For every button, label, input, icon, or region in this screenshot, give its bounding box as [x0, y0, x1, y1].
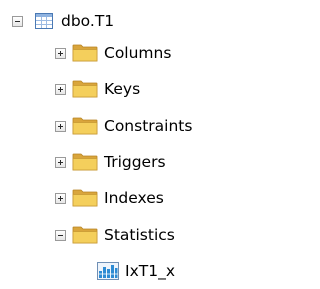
tree-node-constraints-label: Constraints [104, 117, 193, 135]
folder-icon [72, 189, 98, 207]
tree-node-constraints[interactable]: Constraints [55, 111, 192, 141]
folder-icon [72, 153, 98, 171]
collapse-toggle-icon[interactable] [55, 229, 66, 241]
tree-node-statistic-item[interactable]: IxT1_x [97, 256, 175, 286]
tree-node-triggers[interactable]: Triggers [55, 147, 166, 177]
folder-icon [72, 44, 98, 62]
tree-node-indexes-label: Indexes [104, 189, 164, 207]
tree-node-statistics[interactable]: Statistics [55, 220, 175, 250]
tree-node-table[interactable]: dbo.T1 [12, 6, 114, 36]
table-icon [35, 13, 53, 29]
tree-node-table-label: dbo.T1 [61, 12, 115, 30]
collapse-toggle-icon[interactable] [12, 15, 23, 27]
folder-icon [72, 117, 98, 135]
folder-icon [72, 80, 98, 98]
tree-node-columns-label: Columns [104, 44, 172, 62]
expand-toggle-icon[interactable] [55, 83, 66, 95]
folder-icon [72, 226, 98, 244]
statistics-icon [97, 262, 119, 280]
tree-node-keys[interactable]: Keys [55, 74, 140, 104]
tree-node-statistics-label: Statistics [104, 226, 175, 244]
expand-toggle-icon[interactable] [55, 47, 66, 59]
tree-node-indexes[interactable]: Indexes [55, 183, 164, 213]
tree-node-triggers-label: Triggers [104, 153, 166, 171]
expand-toggle-icon[interactable] [55, 192, 66, 204]
expand-toggle-icon[interactable] [55, 120, 66, 132]
expand-toggle-icon[interactable] [55, 156, 66, 168]
tree-node-keys-label: Keys [104, 80, 141, 98]
tree-node-columns[interactable]: Columns [55, 38, 171, 68]
tree-node-statistic-item-label: IxT1_x [125, 262, 175, 280]
object-explorer-tree: dbo.T1 Columns Keys Constraints Triggers… [0, 0, 245, 289]
